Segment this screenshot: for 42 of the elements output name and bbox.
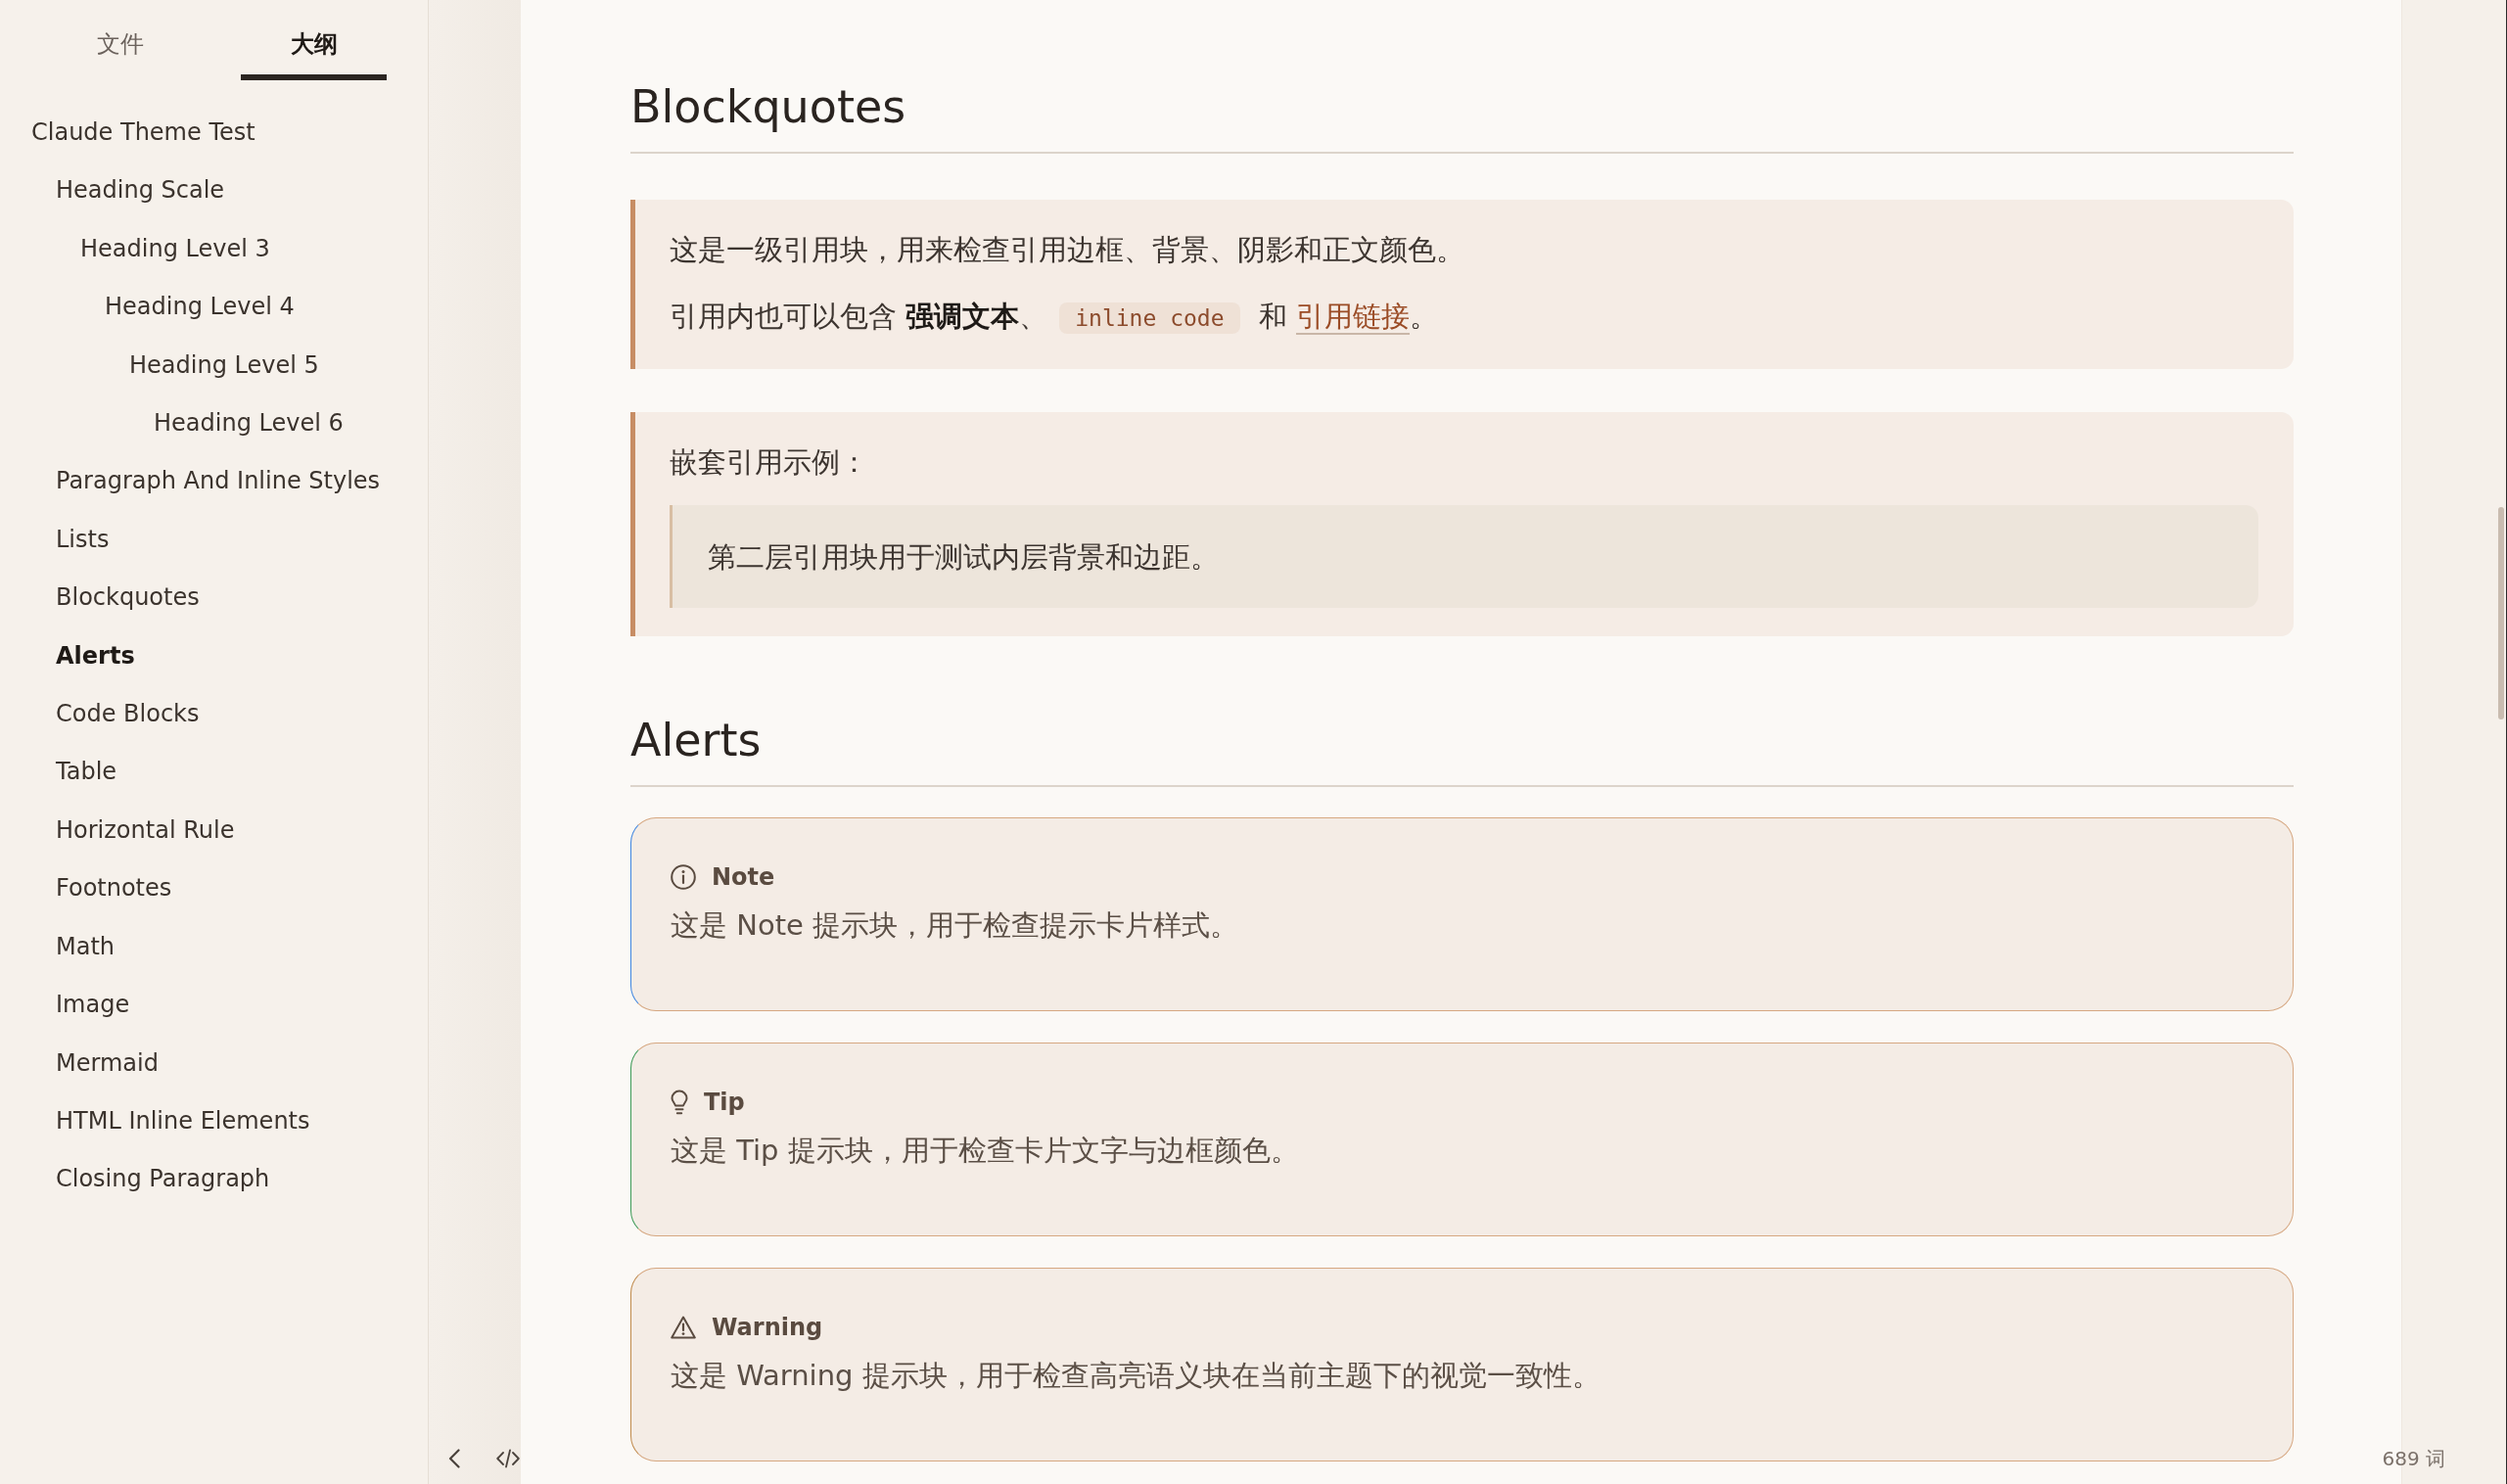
outline-item[interactable]: Math [56,917,116,977]
alert-title: Tip [704,1088,745,1118]
section-heading: Alerts [630,711,2294,787]
outline-item[interactable]: Heading Level 6 [154,394,344,453]
outline-item[interactable]: Code Blocks [56,685,200,744]
alert-text: 这是 Tip 提示块，用于检查卡片文字与边框颜色。 [671,1133,1300,1169]
outline-item[interactable]: Lists [56,510,110,570]
inline-code: inline code [1059,302,1240,334]
outline-item[interactable]: Closing Paragraph [56,1150,270,1209]
code-icon[interactable] [496,1449,520,1468]
outline-item[interactable]: Heading Level 4 [105,278,295,337]
section-heading: Blockquotes [630,77,2294,154]
warning-icon [671,1316,696,1339]
alert-title: Warning [712,1313,823,1343]
lightbulb-icon [671,1090,688,1115]
link[interactable]: 引用链接 [1296,300,1410,333]
outline-item[interactable]: Alerts [56,626,135,686]
sidebar-tab[interactable]: 文件 [47,0,193,80]
outline-item[interactable]: Heading Level 5 [129,336,319,395]
quote-text: 引用内也可以包含 强调文本、 inline code 和 引用链接。 [670,299,1439,336]
outline-item[interactable]: Blockquotes [56,569,200,627]
outline-item[interactable]: Claude Theme Test [31,104,255,162]
chevron-left-icon[interactable] [448,1449,460,1468]
alert-title: Note [712,862,775,893]
outline-item[interactable]: Footnotes [56,859,172,918]
word-count: 689 词 [2382,1446,2445,1472]
outline-item[interactable]: Mermaid [56,1034,159,1092]
quote-text: 这是一级引用块，用来检查引用边框、背景、阴影和正文颜色。 [670,232,1465,268]
sidebar-tab[interactable]: 大纲 [241,0,387,80]
outline-item[interactable]: Image [56,976,130,1035]
outline-item[interactable]: Heading Level 3 [80,219,270,279]
scrollbar-thumb[interactable] [2498,507,2504,719]
outline-item[interactable]: Paragraph And Inline Styles [56,452,381,511]
outline-item[interactable]: Table [56,743,117,802]
outline-item[interactable]: Horizontal Rule [56,801,235,860]
alert-text: 这是 Note 提示块，用于检查提示卡片样式。 [671,907,1240,944]
quote-text: 嵌套引用示例： [670,444,869,481]
quote-text: 第二层引用块用于测试内层背景和边距。 [708,539,1220,576]
outline-item[interactable]: Heading Scale [56,162,225,220]
alert-text: 这是 Warning 提示块，用于检查高亮语义块在当前主题下的视觉一致性。 [671,1358,1602,1394]
outline-item[interactable]: HTML Inline Elements [56,1091,310,1151]
info-icon [671,864,696,890]
